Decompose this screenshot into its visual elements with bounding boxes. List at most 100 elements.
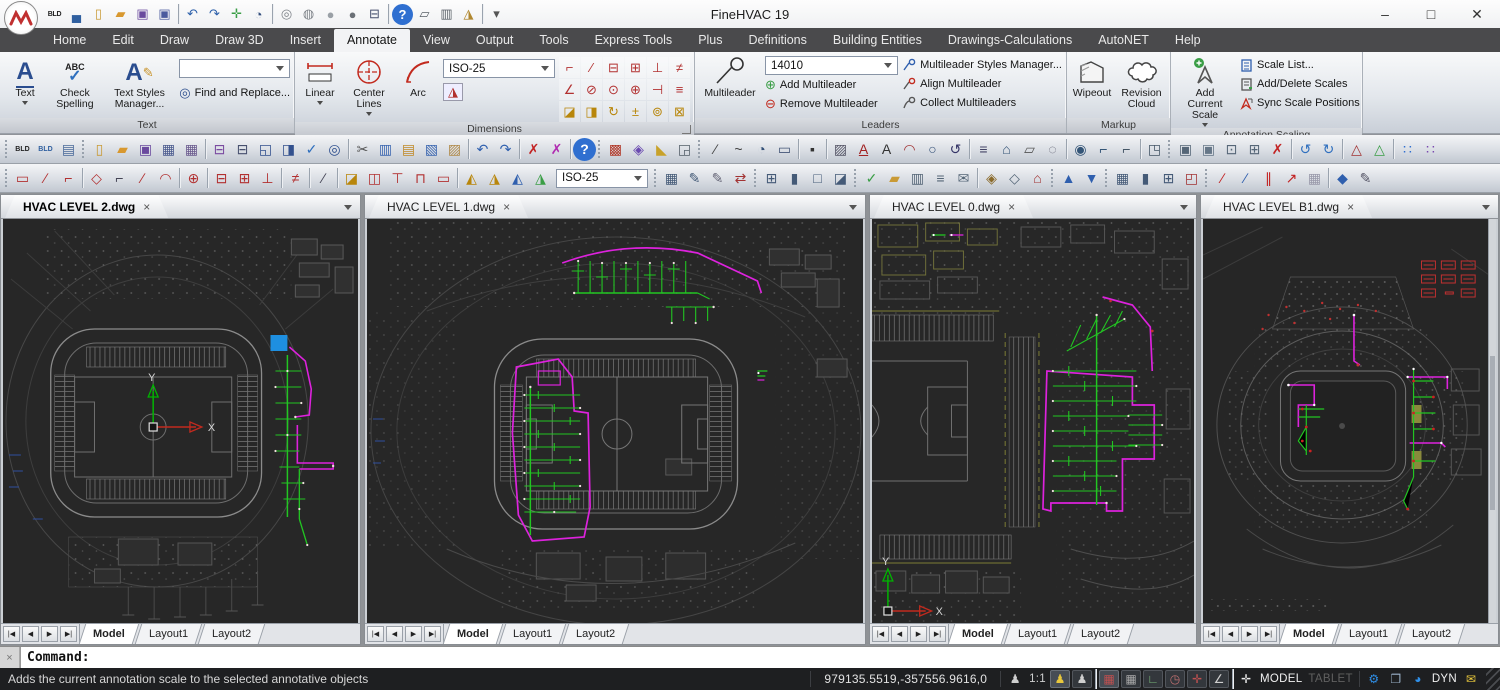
snap-toggle-icon[interactable]: ▦	[1099, 670, 1119, 688]
last-layout-button[interactable]: ▶|	[424, 626, 441, 642]
redo-tool[interactable]: ↷	[494, 138, 517, 161]
ribbon-tab-home[interactable]: Home	[40, 29, 99, 52]
bld-open-tool[interactable]: BLD	[34, 138, 57, 161]
text-tool[interactable]: A	[875, 138, 898, 161]
style-manager-tool[interactable]: ◈	[627, 138, 650, 161]
add-multileader-button[interactable]: ⊕ Add Multileader	[765, 76, 898, 94]
doc-tab-close-icon[interactable]: ×	[143, 200, 150, 214]
iso-view-tool[interactable]: ◈	[980, 167, 1003, 190]
polar-toggle-icon[interactable]: ◷	[1165, 670, 1185, 688]
osnap-toggle-icon[interactable]: ✛	[1187, 670, 1207, 688]
copy-tool[interactable]: ▥	[374, 138, 397, 161]
snap-3d-tool[interactable]: ◆	[1331, 167, 1354, 190]
folder-icon[interactable]: ▱	[414, 4, 435, 25]
doc-tab-menu-icon[interactable]	[1180, 205, 1188, 210]
match-properties-tool[interactable]: ▨	[443, 138, 466, 161]
dim-override-tool[interactable]: ◭	[460, 167, 483, 190]
canvas-level1[interactable]	[365, 219, 865, 623]
sphere-shaded-icon[interactable]: ●	[320, 4, 341, 25]
text-styles-manager-button[interactable]: A ✎ Text Styles Manager...	[104, 55, 176, 111]
dim-leader-tool[interactable]: ⌐	[57, 167, 80, 190]
open-drawing-icon[interactable]: ▰	[110, 4, 131, 25]
gradient-tool[interactable]: ◣	[650, 138, 673, 161]
bld-layer-button[interactable]: ▄	[66, 4, 87, 25]
sphere-hidden-icon[interactable]: ◍	[298, 4, 319, 25]
toolbar-grip[interactable]	[5, 169, 7, 187]
aec-wall-edit-tool[interactable]: ✎	[683, 167, 706, 190]
dim-reassociate-icon[interactable]: ⊚	[647, 101, 668, 122]
dim-break-icon[interactable]: ⊣	[647, 79, 668, 100]
center-lines-button[interactable]: Center Lines	[345, 55, 393, 117]
find-replace-button[interactable]: ◎ Find and Replace...	[179, 84, 290, 102]
doc-tab-close-icon[interactable]: ×	[503, 200, 510, 214]
arc-dimension-button[interactable]: Arc	[397, 55, 439, 100]
aec-wall-tool[interactable]: ▦	[660, 167, 683, 190]
doc-tab-menu-icon[interactable]	[344, 205, 352, 210]
erase-tool[interactable]: ✗	[522, 138, 545, 161]
select-grid-tool[interactable]: ∷	[1419, 138, 1442, 161]
pipe-bend-tool[interactable]: ⌐	[1115, 138, 1138, 161]
toolbar-grip[interactable]	[698, 140, 700, 158]
auto-annotation-icon[interactable]: ♟	[1072, 670, 1092, 688]
dim-diameter-icon[interactable]: ⊘	[581, 79, 602, 100]
toolbar-grip[interactable]	[5, 140, 7, 158]
spell-check-tool[interactable]: ✓	[300, 138, 323, 161]
dim-reassoc-tool[interactable]: ◮	[483, 167, 506, 190]
toolbar-grip[interactable]	[654, 169, 656, 187]
resize-grip[interactable]	[1486, 668, 1500, 690]
add-current-scale-button[interactable]: Add Current Scale	[1175, 55, 1235, 128]
layout2-tab[interactable]: Layout2	[1067, 624, 1135, 644]
new-drawing-icon[interactable]: ▯	[88, 4, 109, 25]
dim-space-tool[interactable]: ⊓	[409, 167, 432, 190]
dim-boxed-tool[interactable]: ▭	[432, 167, 455, 190]
doc-tab-close-icon[interactable]: ×	[1008, 200, 1015, 214]
point-tool[interactable]: ▪	[801, 138, 824, 161]
help-icon[interactable]: ?	[392, 4, 413, 25]
wipeout-button[interactable]: Wipeout	[1071, 55, 1113, 100]
ribbon-tab-definitions[interactable]: Definitions	[736, 29, 820, 52]
rotate-3d-tool[interactable]: ◇	[1003, 167, 1026, 190]
prev-layout-button[interactable]: ◀	[386, 626, 403, 642]
last-layout-button[interactable]: ▶|	[929, 626, 946, 642]
dim-center-mark-tool[interactable]: ⊕	[182, 167, 205, 190]
vertical-scrollbar[interactable]	[1488, 219, 1496, 623]
ucs-tool[interactable]: ↺	[1294, 138, 1317, 161]
dim-ordinate-icon[interactable]: ⊥	[647, 57, 668, 78]
help-tool[interactable]: ?	[573, 138, 596, 161]
copy-nested-tool[interactable]: ▣	[1174, 138, 1197, 161]
doc-tab-level1[interactable]: HVAC LEVEL 1.dwg ×	[369, 195, 528, 218]
bld-button[interactable]: BLD	[44, 4, 65, 25]
ortho-toggle-icon[interactable]: ∟	[1143, 670, 1163, 688]
window-tool[interactable]: □	[806, 167, 829, 190]
canvas-level2[interactable]: Y X	[1, 219, 360, 623]
dim-export-tool[interactable]: ◭	[506, 167, 529, 190]
sphere-wire-icon[interactable]: ◎	[276, 4, 297, 25]
pan-icon[interactable]: ✛	[226, 4, 247, 25]
dim-edit-tool[interactable]: ◪	[340, 167, 363, 190]
ribbon-tab-autonet[interactable]: AutoNET	[1085, 29, 1162, 52]
toolbar-grip[interactable]	[598, 140, 600, 158]
new-file-tool[interactable]: ▯	[88, 138, 111, 161]
etransmit-tool[interactable]: ✉	[952, 167, 975, 190]
next-layout-button[interactable]: ▶	[910, 626, 927, 642]
layout1-tab[interactable]: Layout1	[1335, 624, 1403, 644]
toolbar-grip[interactable]	[1051, 169, 1053, 187]
line-tool[interactable]: ∕	[704, 138, 727, 161]
arc-tool[interactable]: ◠	[898, 138, 921, 161]
maximize-button[interactable]: □	[1408, 1, 1454, 28]
window-grid-tool[interactable]: ⊞	[1157, 167, 1180, 190]
dim-text-edit-tool[interactable]: ◫	[363, 167, 386, 190]
dim-oblique-tool[interactable]: ∕	[131, 167, 154, 190]
dim-style-toolbar-combo[interactable]: ISO-25	[556, 169, 648, 188]
close-button[interactable]: ✕	[1454, 1, 1500, 28]
pencil-edit-tool[interactable]: ✎	[1354, 167, 1377, 190]
command-close-icon[interactable]: ×	[0, 647, 20, 668]
sphere-render-icon[interactable]: ●	[342, 4, 363, 25]
render-scene-icon[interactable]: ◮	[458, 4, 479, 25]
donut-tool[interactable]: ◉	[1069, 138, 1092, 161]
toolbar-grip[interactable]	[1105, 169, 1107, 187]
otrack-toggle-icon[interactable]: ∠	[1209, 670, 1229, 688]
annotation-scale-icon[interactable]: ♟	[1005, 670, 1025, 688]
plot-tool[interactable]: ⊟	[208, 138, 231, 161]
check-standards-tool[interactable]: ✓	[860, 167, 883, 190]
